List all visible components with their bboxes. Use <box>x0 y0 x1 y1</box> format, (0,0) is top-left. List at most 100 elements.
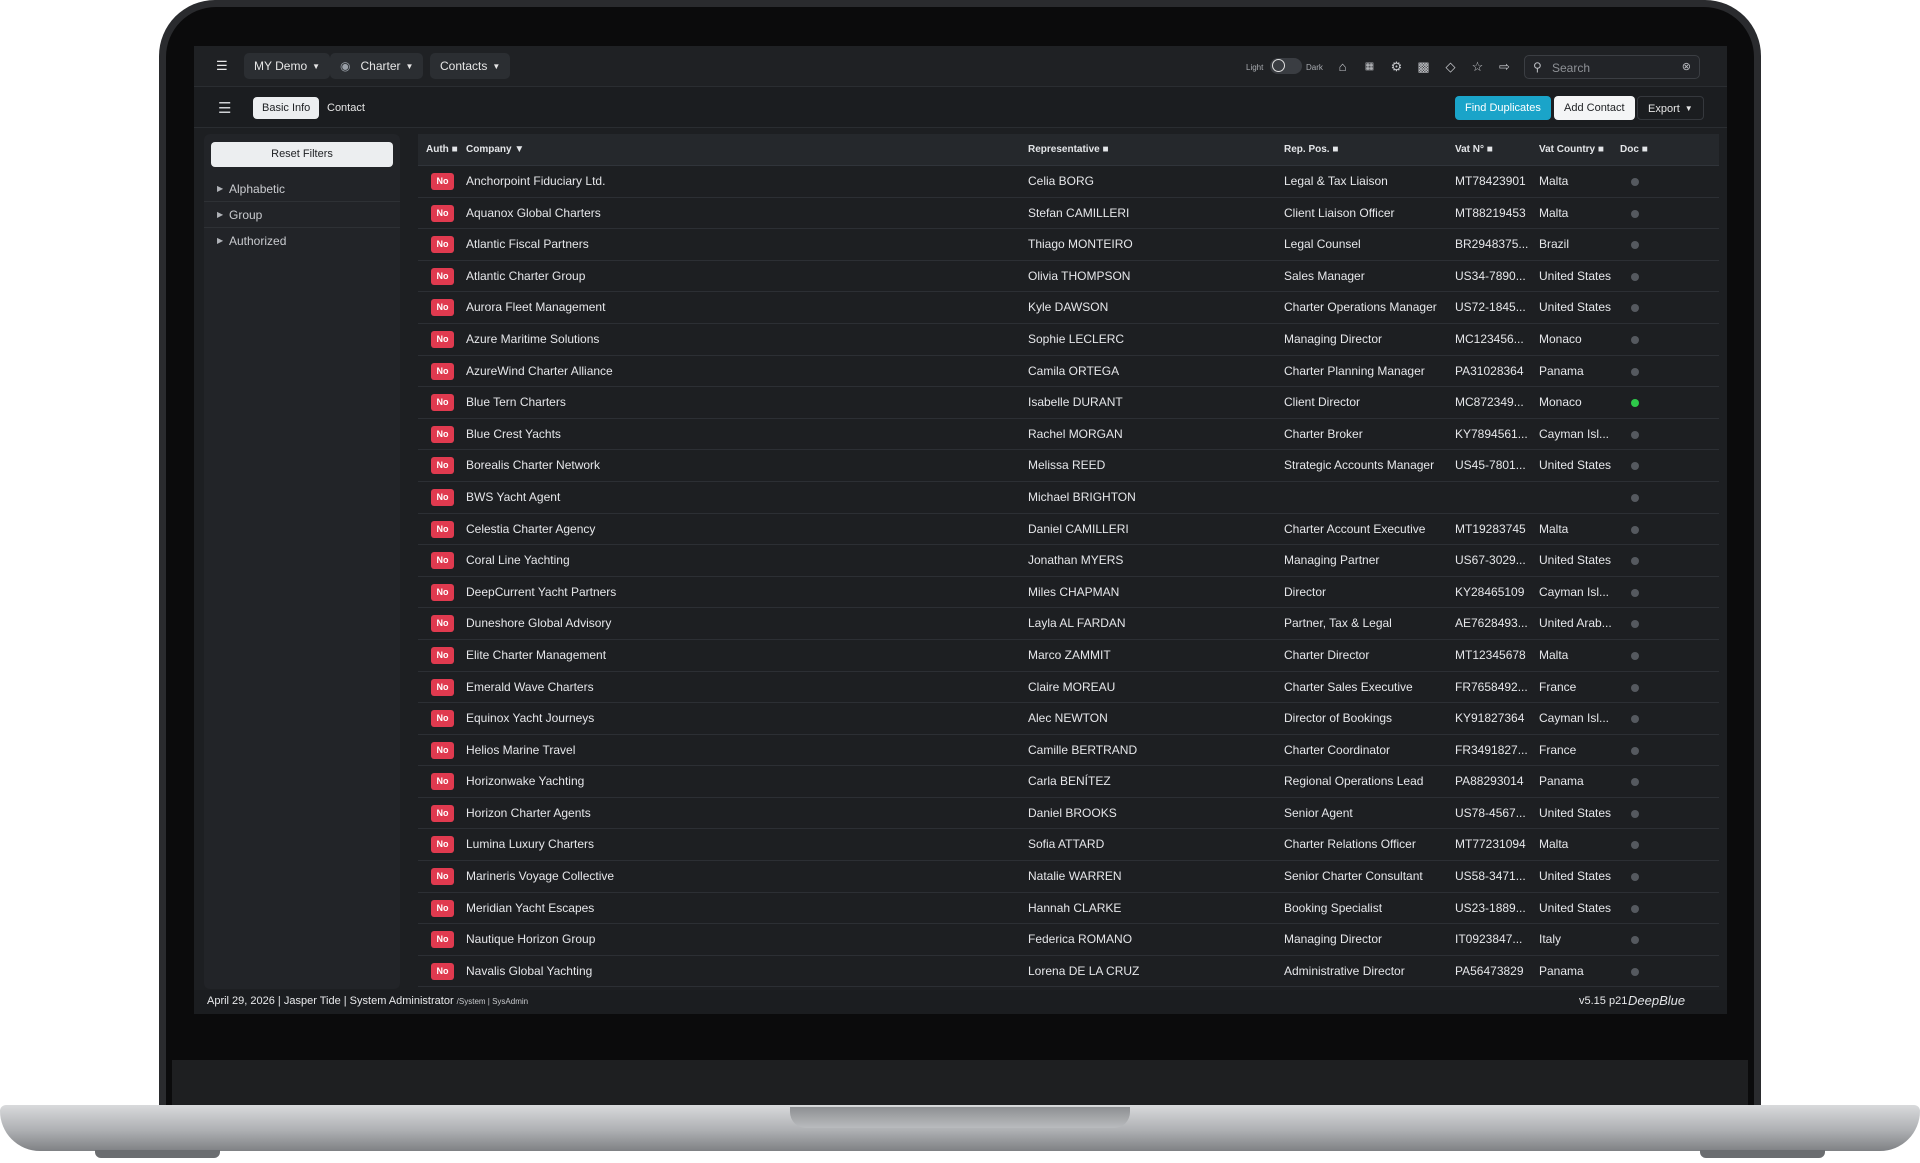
table-row[interactable]: No Duneshore Global Advisory Layla AL FAR… <box>418 608 1719 640</box>
doc-status-dot <box>1631 683 1639 692</box>
star-icon[interactable]: ☆ <box>1470 59 1485 74</box>
cell-company: Blue Tern Charters <box>466 395 566 410</box>
auth-badge: No <box>431 804 454 822</box>
table-row[interactable]: No Marineris Voyage Collective Natalie WAR… <box>418 861 1719 893</box>
logout-icon[interactable]: ⇨ <box>1497 59 1512 74</box>
cell-rep-position: Managing Partner <box>1284 553 1380 568</box>
cell-rep-position: Legal Counsel <box>1284 237 1361 252</box>
column-header-rep-pos[interactable]: Rep. Pos. ■ <box>1284 134 1338 165</box>
cell-company: Atlantic Fiscal Partners <box>466 237 589 252</box>
table-row[interactable]: No Helios Marine Travel Camille BERTRAND … <box>418 735 1719 767</box>
column-label: Rep. Pos. <box>1284 144 1330 155</box>
table-row[interactable]: No Borealis Charter Network Melissa REED St… <box>418 450 1719 482</box>
table-row[interactable]: No Coral Line Yachting Jonathan MYERS Manag… <box>418 545 1719 577</box>
table-row[interactable]: No AzureWind Charter Alliance Camila ORTEG… <box>418 356 1719 388</box>
theme-toggle[interactable] <box>1270 58 1302 74</box>
tag-icon[interactable]: ◇ <box>1443 59 1458 74</box>
doc-status-dot <box>1631 557 1639 566</box>
doc-status-dot <box>1631 335 1639 344</box>
search-box[interactable]: ⚲ Search ⊗ <box>1524 55 1700 79</box>
table-row[interactable]: No Azure Maritime Solutions Sophie LECLERC… <box>418 324 1719 356</box>
cell-vat-country: United States <box>1539 553 1612 568</box>
doc-status-dot <box>1631 715 1639 724</box>
cell-company: Elite Charter Management <box>466 647 607 662</box>
home-icon[interactable]: ⌂ <box>1335 59 1350 74</box>
filter-group[interactable]: ▶ Group <box>204 202 400 228</box>
cell-vat-number: KY91827364 <box>1455 711 1525 726</box>
column-header-doc[interactable]: Doc ■ <box>1620 134 1648 165</box>
menu-icon[interactable]: ☰ <box>218 99 231 117</box>
cell-vat-country: Italy <box>1539 932 1562 947</box>
cell-vat-number: PA56473829 <box>1455 963 1524 978</box>
table-row[interactable]: No Celestia Charter Agency Daniel CAMILLER… <box>418 514 1719 546</box>
sub-toolbar: ☰ Basic Info Contact Find Duplicates Add… <box>194 86 1727 128</box>
table-row[interactable]: No DeepCurrent Yacht Partners Miles CHAPMA… <box>418 577 1719 609</box>
table-row[interactable]: No Aquanox Global Charters Stefan CAMILLER… <box>418 198 1719 230</box>
module-dropdown[interactable]: ◉ Charter ▼ <box>330 53 424 79</box>
table-row[interactable]: No BWS Yacht Agent Michael BRIGHTON <box>418 482 1719 514</box>
table-row[interactable]: No Navalis Global Yachting Lorena DE LA CR… <box>418 956 1719 988</box>
column-label: Vat N° <box>1455 144 1485 155</box>
cell-representative: Melissa REED <box>1028 458 1106 473</box>
toggle-knob <box>1272 59 1285 72</box>
cell-company: Anchorpoint Fiduciary Ltd. <box>466 174 606 188</box>
reset-filters-button[interactable]: Reset Filters <box>211 142 393 167</box>
column-header-vat-country[interactable]: Vat Country ■ <box>1539 134 1604 165</box>
column-header-company[interactable]: Company ▼ <box>466 134 524 165</box>
table-row[interactable]: No Atlantic Charter Group Olivia THOMPSON S… <box>418 261 1719 293</box>
table-row[interactable]: No Equinox Yacht Journeys Alec NEWTON Direc… <box>418 703 1719 735</box>
contacts-table: Auth ■ Company ▼ Representative ■ Rep. P… <box>418 134 1719 989</box>
cell-representative: Claire MOREAU <box>1028 679 1116 694</box>
cell-company: Nautique Horizon Group <box>466 932 596 947</box>
table-row[interactable]: No Anchorpoint Fiduciary Ltd. Celia BORG … <box>418 166 1719 198</box>
table-row[interactable]: No Atlantic Fiscal Partners Thiago MONTEIR… <box>418 229 1719 261</box>
cell-representative: Isabelle DURANT <box>1028 395 1123 410</box>
cell-representative: Lorena DE LA CRUZ <box>1028 963 1140 978</box>
column-header-auth[interactable]: Auth ■ <box>426 134 458 165</box>
table-row[interactable]: No Horizonwake Yachting Carla BENÍTEZ Regio… <box>418 766 1719 798</box>
add-contact-button[interactable]: Add Contact <box>1554 96 1635 120</box>
grid-icon[interactable]: ▩ <box>1416 59 1431 74</box>
column-header-representative[interactable]: Representative ■ <box>1028 134 1109 165</box>
search-input[interactable]: Search <box>1552 61 1590 75</box>
calendar-icon[interactable]: ▦ <box>1362 59 1377 74</box>
sort-icon: ■ <box>1486 144 1493 155</box>
table-row[interactable]: No Aurora Fleet Management Kyle DAWSON Char… <box>418 292 1719 324</box>
cell-company: Marineris Voyage Collective <box>466 869 615 884</box>
column-label: Representative <box>1028 144 1100 155</box>
cell-rep-position: Charter Relations Officer <box>1284 837 1416 852</box>
clear-icon[interactable]: ⊗ <box>1682 60 1691 73</box>
auth-badge: No <box>431 552 454 570</box>
cell-vat-number: US23-1889... <box>1455 900 1526 915</box>
table-row[interactable]: No Lumina Luxury Charters Sofia ATTARD Char… <box>418 829 1719 862</box>
table-row[interactable]: No Blue Tern Charters Isabelle DURANT Clien… <box>418 387 1719 419</box>
cell-rep-position: Charter Planning Manager <box>1284 363 1425 378</box>
app-logo-icon[interactable]: ☰ <box>216 58 232 73</box>
doc-status-dot <box>1631 778 1639 787</box>
auth-badge: No <box>431 615 454 633</box>
export-button[interactable]: Export ▼ <box>1637 96 1704 120</box>
table-row[interactable]: No Nautique Horizon Group Federica ROMANO M… <box>418 924 1719 956</box>
workspace-dropdown[interactable]: MY Demo ▼ <box>244 53 331 79</box>
table-row[interactable]: No Meridian Yacht Escapes Hannah CLARKE Boo… <box>418 893 1719 925</box>
table-row[interactable]: No Emerald Wave Charters Claire MOREAU Char… <box>418 672 1719 704</box>
table-row[interactable]: No Blue Crest Yachts Rachel MORGAN Charter … <box>418 419 1719 451</box>
filter-authorized[interactable]: ▶ Authorized <box>204 228 400 254</box>
find-duplicates-button[interactable]: Find Duplicates <box>1455 96 1551 120</box>
auth-badge: No <box>431 741 454 759</box>
cell-rep-position: Administrative Director <box>1284 963 1405 978</box>
column-header-vat[interactable]: Vat N° ■ <box>1455 134 1493 165</box>
filter-alphabetic[interactable]: ▶ Alphabetic <box>204 176 400 202</box>
cell-vat-number: KY7894561... <box>1455 426 1528 441</box>
cell-vat-country: France <box>1539 742 1577 757</box>
cell-company: Atlantic Charter Group <box>466 268 586 283</box>
table-row[interactable]: No Elite Charter Management Marco ZAMMIT Ch… <box>418 640 1719 672</box>
section-dropdown[interactable]: Contacts ▼ <box>430 53 511 79</box>
cell-company: Aquanox Global Charters <box>466 205 601 220</box>
tab-contact[interactable]: Contact <box>327 97 365 119</box>
tab-basic-info[interactable]: Basic Info <box>253 97 320 119</box>
settings-icon[interactable]: ⚙ <box>1389 59 1404 74</box>
cell-vat-country: Malta <box>1539 174 1569 188</box>
table-row[interactable]: No Horizon Charter Agents Daniel BROOKS Sen… <box>418 798 1719 830</box>
doc-status-dot <box>1631 304 1639 313</box>
